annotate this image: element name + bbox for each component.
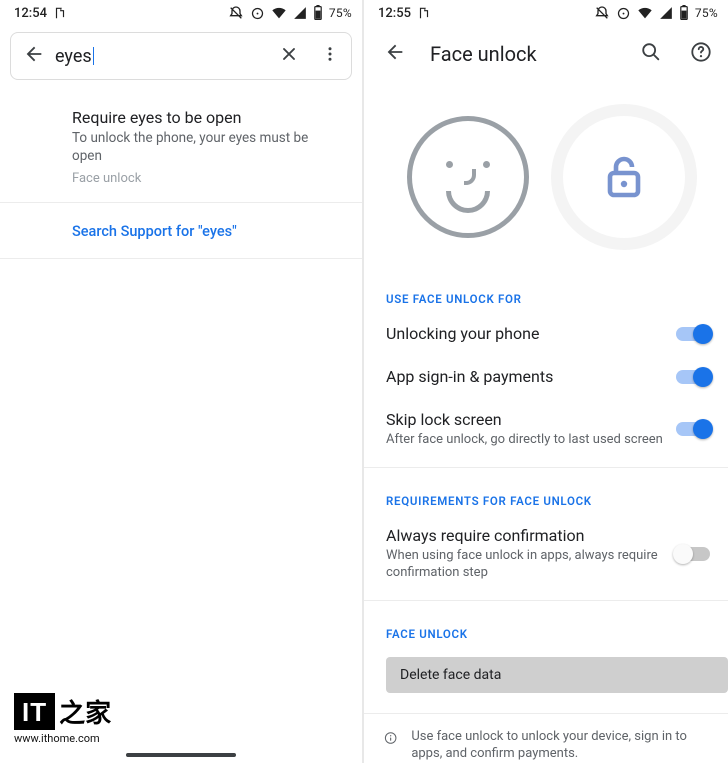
result-title: Require eyes to be open [72, 108, 338, 127]
overflow-icon[interactable] [315, 39, 345, 73]
dnd-icon [228, 5, 244, 21]
lock-ring [563, 116, 685, 238]
info-icon [384, 728, 397, 748]
flag-icon [417, 6, 431, 20]
footer-text: Use face unlock to unlock your device, s… [411, 728, 708, 763]
battery-icon [313, 5, 323, 21]
wifi-icon [271, 6, 287, 20]
toggle-skip-lock[interactable] [676, 421, 710, 437]
support-link[interactable]: Search Support for "eyes" [72, 223, 237, 240]
setting-title: Always require confirmation [386, 526, 664, 545]
back-icon[interactable] [380, 37, 410, 71]
result-path: Face unlock [72, 171, 338, 186]
help-icon[interactable] [686, 37, 716, 71]
watermark-logo: IT [14, 693, 55, 730]
setting-subtitle: After face unlock, go directly to last u… [386, 431, 664, 449]
signal-icon [659, 6, 673, 20]
back-icon[interactable] [23, 43, 45, 69]
setting-title: Skip lock screen [386, 410, 664, 429]
signal-icon [293, 6, 307, 20]
status-bar: 12:55 75% [364, 0, 728, 26]
watermark: IT 之家 www.ithome.com [14, 693, 111, 745]
toggle-app-signin[interactable] [676, 369, 710, 385]
divider [364, 467, 728, 468]
unlock-icon [600, 153, 648, 201]
result-subtitle: To unlock the phone, your eyes must be o… [72, 129, 338, 165]
wifi-icon [637, 6, 653, 20]
search-result[interactable]: Require eyes to be open To unlock the ph… [0, 90, 362, 203]
status-time: 12:55 [378, 6, 411, 21]
setting-unlock-phone[interactable]: Unlocking your phone [364, 312, 728, 355]
watermark-cn: 之家 [59, 693, 111, 730]
toggle-unlock-phone[interactable] [676, 326, 710, 342]
status-time: 12:54 [14, 6, 47, 21]
home-indicator[interactable] [126, 753, 236, 757]
delete-face-data-button[interactable]: Delete face data [386, 657, 728, 693]
section-face-unlock: FACE UNLOCK [364, 607, 728, 647]
battery-icon [679, 5, 689, 21]
left-screenshot: 12:54 75% eyes Require eyes to be open T… [0, 0, 362, 763]
dnd-icon [594, 5, 610, 21]
search-input[interactable]: eyes [55, 46, 263, 67]
setting-title: App sign-in & payments [386, 367, 664, 386]
setting-skip-lock[interactable]: Skip lock screen After face unlock, go d… [364, 398, 728, 461]
section-requirements: REQUIREMENTS FOR FACE UNLOCK [364, 474, 728, 514]
header-bar: Face unlock [364, 26, 728, 82]
toggle-require-confirmation[interactable] [676, 546, 710, 562]
setting-subtitle: When using face unlock in apps, always r… [386, 547, 664, 582]
footer-info: Use face unlock to unlock your device, s… [364, 713, 728, 763]
right-screenshot: 12:55 75% Face unlock [364, 0, 728, 763]
search-icon[interactable] [636, 37, 666, 71]
setting-title: Unlocking your phone [386, 324, 664, 343]
search-bar[interactable]: eyes [10, 32, 352, 80]
battery-percent: 75% [695, 6, 718, 20]
circle-icon [616, 6, 631, 21]
clear-icon[interactable] [273, 38, 305, 74]
page-title: Face unlock [430, 42, 616, 66]
divider [364, 600, 728, 601]
flag-icon [53, 6, 67, 20]
circle-icon [250, 6, 265, 21]
search-support-row[interactable]: Search Support for "eyes" [0, 203, 362, 259]
status-bar: 12:54 75% [0, 0, 362, 26]
section-use-for: USE FACE UNLOCK FOR [364, 272, 728, 312]
hero-illustration [364, 82, 728, 272]
watermark-url: www.ithome.com [14, 732, 111, 745]
setting-require-confirmation[interactable]: Always require confirmation When using f… [364, 514, 728, 594]
face-icon [407, 116, 529, 238]
setting-app-signin[interactable]: App sign-in & payments [364, 355, 728, 398]
battery-percent: 75% [329, 6, 352, 20]
